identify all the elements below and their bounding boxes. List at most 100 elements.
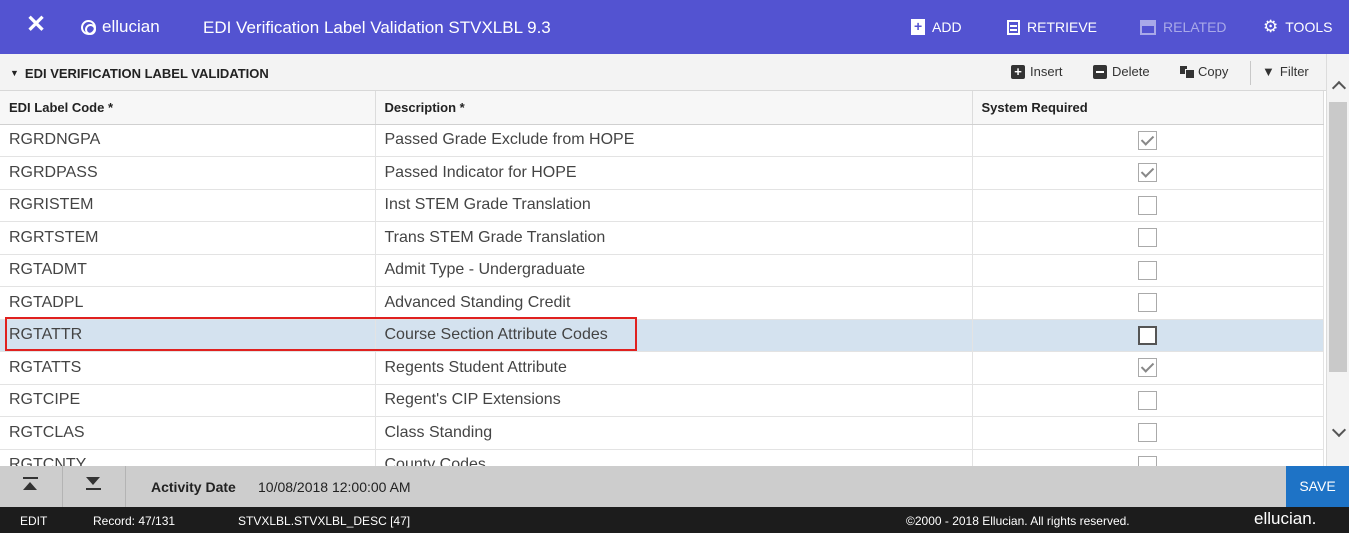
cell-description[interactable]: Admit Type - Undergraduate [375,254,973,287]
system-required-checkbox[interactable] [1138,260,1157,280]
retrieve-button[interactable]: RETRIEVE [1007,18,1097,36]
table-row[interactable]: RGTADMT Admit Type - Undergraduate [0,254,1324,287]
related-label: RELATED [1163,19,1227,35]
activity-date-value: 10/08/2018 12:00:00 AM [258,479,411,495]
close-icon[interactable]: ✕ [26,13,46,37]
last-record-button[interactable] [77,475,110,499]
cell-edi-label-code[interactable]: RGRDPASS [0,156,376,190]
header-row: EDI Label Code * Description * System Re… [0,91,1324,125]
table-row[interactable]: RGTCNTY County Codes [0,449,1324,466]
delete-label: Delete [1112,64,1150,79]
vertical-scrollbar[interactable] [1326,54,1349,466]
ellucian-logo-icon [81,19,96,35]
table-row[interactable]: RGTCLAS Class Standing [0,416,1324,450]
cell-system-required [972,286,1324,320]
section-title-toggle[interactable]: ▼ EDI VERIFICATION LABEL VALIDATION [10,66,269,81]
cell-edi-label-code[interactable]: RGTCIPE [0,384,376,417]
cell-description[interactable]: Regents Student Attribute [375,351,973,385]
table-row[interactable]: RGRTSTEM Trans STEM Grade Translation [0,221,1324,255]
save-button[interactable]: SAVE [1286,466,1349,507]
gear-icon: ⚙ [1263,17,1279,36]
system-required-checkbox[interactable] [1138,163,1157,183]
cell-edi-label-code[interactable]: RGTCNTY [0,449,376,466]
toolbar-divider [1250,61,1251,85]
related-button[interactable]: RELATED [1140,18,1227,36]
cell-system-required [972,449,1324,466]
scroll-down-icon[interactable] [1331,425,1346,440]
cell-description[interactable]: Passed Grade Exclude from HOPE [375,124,973,157]
tools-label: TOOLS [1285,19,1333,35]
last-bar-icon [86,488,101,490]
table-row[interactable]: RGTADPL Advanced Standing Credit [0,286,1324,320]
cell-system-required [972,384,1324,417]
table-row[interactable]: RGTCIPE Regent's CIP Extensions [0,384,1324,417]
cell-edi-label-code[interactable]: RGRTSTEM [0,221,376,255]
cell-description[interactable]: Trans STEM Grade Translation [375,221,973,255]
table-row[interactable]: RGTATTS Regents Student Attribute [0,351,1324,385]
cell-description[interactable]: County Codes [375,449,973,466]
status-bar: EDIT Record: 47/131 STVXLBL.STVXLBL_DESC… [0,507,1349,533]
cell-description[interactable]: Passed Indicator for HOPE [375,156,973,190]
cell-system-required [972,319,1324,352]
cell-description[interactable]: Advanced Standing Credit [375,286,973,320]
selection-highlight-box [5,317,637,351]
system-required-checkbox[interactable] [1138,293,1157,313]
cell-system-required [972,351,1324,385]
cell-description[interactable]: Class Standing [375,416,973,450]
cell-edi-label-code[interactable]: RGTADMT [0,254,376,287]
add-icon [911,17,925,35]
first-record-button[interactable] [14,475,47,499]
filter-button[interactable]: ▼ Filter [1262,64,1309,79]
table-row[interactable]: RGRDPASS Passed Indicator for HOPE [0,156,1324,190]
section-header: ▼ EDI VERIFICATION LABEL VALIDATION + Ins… [0,54,1326,91]
system-required-checkbox[interactable] [1138,455,1157,466]
insert-button[interactable]: + Insert [1011,64,1063,79]
column-header-code[interactable]: EDI Label Code * [0,91,376,125]
info-divider [125,466,126,507]
system-required-checkbox[interactable] [1138,130,1157,150]
status-mode: EDIT [20,514,48,528]
brand-name: ellucian [102,17,160,36]
column-header-system-required[interactable]: System Required [972,91,1324,125]
cell-edi-label-code[interactable]: RGTATTS [0,351,376,385]
copy-icon [1180,66,1194,78]
copy-button[interactable]: Copy [1180,64,1228,79]
scrollbar-thumb[interactable] [1329,102,1347,372]
filter-label: Filter [1279,64,1309,79]
scroll-up-icon[interactable] [1331,78,1346,93]
top-bar: ✕ ellucian EDI Verification Label Valida… [0,0,1349,54]
cell-description[interactable]: Regent's CIP Extensions [375,384,973,417]
grid-table: EDI Label Code * Description * System Re… [0,91,1324,466]
cell-edi-label-code[interactable]: RGRDNGPA [0,124,376,157]
first-bar-icon [23,477,38,479]
system-required-checkbox[interactable] [1138,358,1157,378]
column-header-description[interactable]: Description * [375,91,973,125]
tools-button[interactable]: ⚙ TOOLS [1263,18,1332,36]
copy-label: Copy [1198,64,1229,79]
cell-system-required [972,221,1324,255]
table-row[interactable]: RGRDNGPA Passed Grade Exclude from HOPE [0,124,1324,157]
system-required-checkbox[interactable] [1138,195,1157,215]
system-required-checkbox[interactable] [1138,325,1157,345]
down-arrow-icon [86,477,100,485]
status-record: Record: 47/131 [93,514,176,528]
copyright-text: ©2000 - 2018 Ellucian. All rights reserv… [906,514,1130,528]
table-row[interactable]: RGRISTEM Inst STEM Grade Translation [0,189,1324,222]
brand-logo: ellucian [81,17,160,37]
cell-system-required [972,416,1324,450]
cell-edi-label-code[interactable]: RGRISTEM [0,189,376,222]
info-divider [62,466,63,507]
ellucian-footer-logo: ellucian. [1254,509,1317,528]
add-button[interactable]: ADD [911,17,962,36]
retrieve-label: RETRIEVE [1027,19,1098,35]
delete-button[interactable]: Delete [1093,64,1150,79]
up-arrow-icon [23,482,37,490]
cell-description[interactable]: Inst STEM Grade Translation [375,189,973,222]
cell-edi-label-code[interactable]: RGTADPL [0,286,376,320]
add-label: ADD [932,19,962,35]
system-required-checkbox[interactable] [1138,423,1157,443]
cell-edi-label-code[interactable]: RGTCLAS [0,416,376,450]
data-grid: EDI Label Code * Description * System Re… [0,91,1326,466]
system-required-checkbox[interactable] [1138,390,1157,410]
system-required-checkbox[interactable] [1138,228,1157,248]
